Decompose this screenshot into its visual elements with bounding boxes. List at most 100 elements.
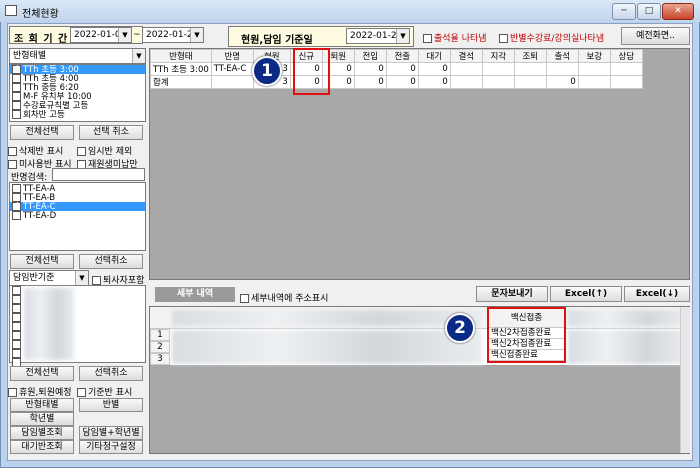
waiting-class-button[interactable]: 대기반조회 [10, 440, 74, 454]
grid-cell-in[interactable]: 0 [353, 62, 387, 76]
row-number[interactable]: 1 [150, 329, 170, 341]
show-deleted-option[interactable]: 삭제반 표시 [8, 144, 63, 157]
column-header[interactable]: 반형태 [150, 49, 212, 63]
checkbox[interactable] [12, 286, 21, 295]
grid-cell-absent[interactable] [449, 75, 483, 89]
class-type-item[interactable]: 수강료규칙별 고등 [10, 101, 145, 110]
checkbox[interactable] [12, 349, 21, 358]
attendance-rate-option[interactable]: 출석율 나타냄 [423, 31, 487, 44]
vaccine-cell[interactable]: 백신2차접종완료 [489, 328, 564, 339]
checkbox[interactable] [12, 74, 21, 83]
grid-cell-attend[interactable] [545, 62, 579, 76]
checkbox[interactable] [77, 147, 86, 156]
checkbox[interactable] [12, 92, 21, 101]
fee-room-option[interactable]: 반별수강료/강의실나타냄 [499, 31, 604, 44]
checkbox[interactable] [8, 147, 17, 156]
chevron-down-icon[interactable]: ▼ [190, 28, 203, 42]
date-from-picker[interactable]: 2022-01-01 ▼ [70, 27, 132, 43]
vaccine-cell[interactable]: 백신접종완료 [489, 350, 564, 361]
grid-cell-wait[interactable]: 0 [417, 62, 451, 76]
deselect-button-2[interactable]: 선택취소 [79, 254, 143, 269]
grid-cell-makeup[interactable] [577, 75, 611, 89]
detail-tab[interactable]: 세부 내역 [155, 287, 235, 302]
column-header[interactable]: 대기 [417, 49, 451, 63]
basis-class-option[interactable]: 기준반 표시 [77, 385, 132, 398]
grid-cell-consult[interactable] [609, 75, 643, 89]
checkbox[interactable] [240, 294, 249, 303]
chevron-down-icon[interactable]: ▼ [396, 29, 409, 43]
by-grade-button[interactable]: 학년별 [10, 412, 74, 426]
checkbox[interactable] [12, 101, 21, 110]
show-address-option[interactable]: 세부내역에 주소표시 [240, 291, 328, 304]
grid-cell-early[interactable] [513, 75, 547, 89]
column-header[interactable]: 보강 [577, 49, 611, 63]
column-header[interactable]: 출석 [545, 49, 579, 63]
by-class-button[interactable]: 반별 [79, 398, 143, 412]
by-teacher-button[interactable]: 담임별조회 [10, 426, 74, 440]
checkbox[interactable] [12, 202, 21, 211]
chevron-down-icon[interactable]: ▼ [118, 28, 131, 42]
grid-cell-early[interactable] [513, 62, 547, 76]
checkbox[interactable] [12, 340, 21, 349]
grid-cell-makeup[interactable] [577, 62, 611, 76]
row-number[interactable]: 3 [150, 353, 170, 365]
checkbox[interactable] [92, 276, 101, 285]
summary-grid[interactable]: 반형태반명현원신규퇴원전입전출대기결석지각조퇴출석보강상담 TTh 초등 3:0… [149, 48, 690, 280]
detail-grid[interactable]: 123 [149, 306, 690, 454]
class-item[interactable]: TT-EA-A [10, 184, 145, 193]
checkbox[interactable] [12, 322, 21, 331]
grid-cell-absent[interactable] [449, 62, 483, 76]
misc-billing-button[interactable]: 기타청구설정 [79, 440, 143, 454]
checkbox[interactable] [12, 295, 21, 304]
column-header[interactable]: 지각 [481, 49, 515, 63]
column-header[interactable]: 상담 [609, 49, 643, 63]
grid-cell-wait[interactable]: 0 [417, 75, 451, 89]
checkbox[interactable] [499, 34, 508, 43]
close-button[interactable]: ✕ [662, 3, 694, 20]
leave-scheduled-option[interactable]: 휴원,퇴원예정 [8, 385, 72, 398]
class-type-item[interactable]: TTh 초등 3:00 [10, 65, 145, 74]
row-number[interactable]: 2 [150, 341, 170, 353]
checkbox[interactable] [423, 34, 432, 43]
class-type-item[interactable]: TTh 중등 6:20 [10, 83, 145, 92]
select-all-button[interactable]: 전체선택 [10, 125, 74, 140]
select-all-button-3[interactable]: 전체선택 [10, 366, 74, 381]
chevron-down-icon[interactable]: ▼ [75, 271, 88, 285]
checkbox[interactable] [12, 184, 21, 193]
deselect-button[interactable]: 선택 취소 [79, 125, 143, 140]
grid-cell-type[interactable]: TTh 초등 3:00 [150, 62, 212, 76]
checkbox[interactable] [77, 388, 86, 397]
teacher-basis-combo[interactable]: 담임반기준 ▼ [9, 270, 89, 286]
column-header[interactable]: 전출 [385, 49, 419, 63]
class-item[interactable]: TT-EA-C [10, 202, 145, 211]
basis-date-picker[interactable]: 2022-01-25 ▼ [346, 28, 410, 44]
class-type-item[interactable]: M-F 유치부 10:00 [10, 92, 145, 101]
grid-cell-name[interactable] [210, 75, 254, 89]
by-class-type-button[interactable]: 반형태별 [10, 398, 74, 412]
vaccine-cell[interactable]: 백신2차접종완료 [489, 339, 564, 350]
checkbox[interactable] [12, 65, 21, 74]
by-teacher-grade-button[interactable]: 담임별+학년별 [79, 426, 143, 440]
checkbox[interactable] [8, 388, 17, 397]
grid-cell-attend[interactable]: 0 [545, 75, 579, 89]
checkbox[interactable] [12, 331, 21, 340]
grid-cell-type[interactable]: 합계 [150, 75, 212, 89]
column-header[interactable]: 조퇴 [513, 49, 547, 63]
class-type-item[interactable]: 회차반 고등 [10, 110, 145, 119]
excel-up-button[interactable]: Excel(↑) [550, 286, 622, 302]
maximize-button[interactable]: □ [637, 3, 661, 20]
class-type-combo[interactable]: 반형태별 ▼ [9, 48, 146, 64]
class-type-list[interactable]: TTh 초등 3:00TTh 초등 4:00TTh 중등 6:20M-F 유치부… [9, 64, 146, 122]
deselect-button-3[interactable]: 선택취소 [79, 366, 143, 381]
minimize-button[interactable]: ─ [612, 3, 636, 20]
checkbox[interactable] [12, 304, 21, 313]
class-search-input[interactable] [52, 168, 145, 181]
grid-cell-trans[interactable]: 0 [385, 75, 419, 89]
grid-cell-name[interactable]: TT-EA-C [210, 62, 254, 76]
exclude-temp-option[interactable]: 임시반 제외 [77, 144, 132, 157]
class-type-item[interactable]: TTh 초등 4:00 [10, 74, 145, 83]
select-all-button-2[interactable]: 전체선택 [10, 254, 74, 269]
date-to-picker[interactable]: 2022-01-25 ▼ [142, 27, 204, 43]
previous-screen-button[interactable]: 예전화면.. [621, 27, 690, 45]
chevron-down-icon[interactable]: ▼ [132, 49, 145, 63]
